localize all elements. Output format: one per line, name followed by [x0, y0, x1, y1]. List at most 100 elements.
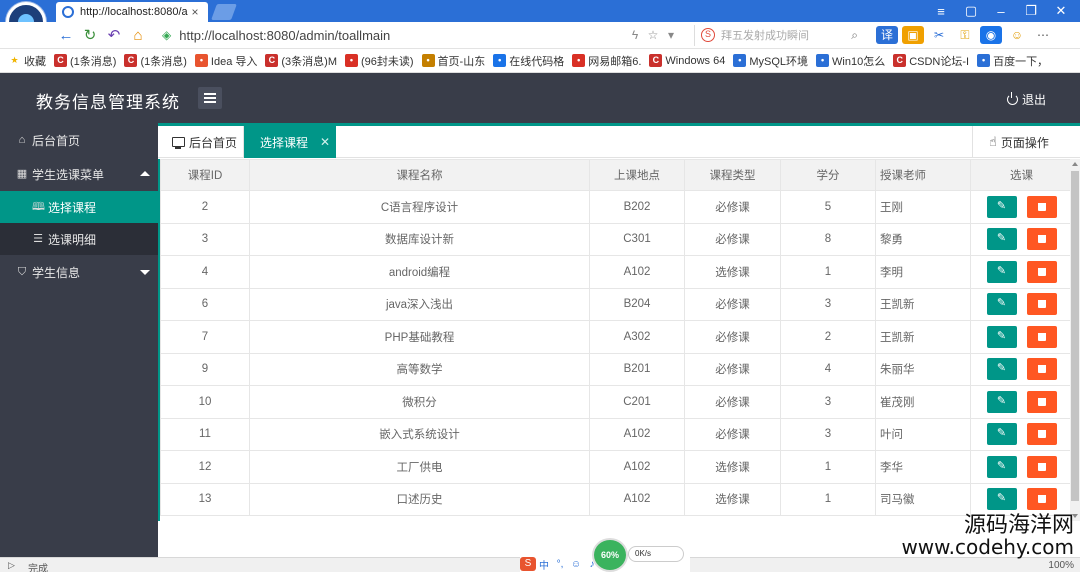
ime-emoji-icon[interactable]: ☺ — [568, 559, 584, 570]
bookmark-tool-icon[interactable]: ▣ — [902, 26, 924, 44]
edit-button[interactable] — [986, 488, 1017, 511]
bookmark-item[interactable]: • MySQL环境 — [733, 53, 808, 69]
table-cell: B202 — [589, 190, 685, 224]
bookmark-item[interactable]: ★ 收藏 — [8, 53, 46, 69]
table-row: 10 微积分 C201 必修课 3 崔茂刚 — [160, 385, 1073, 419]
delete-button[interactable] — [1026, 293, 1057, 316]
edit-button[interactable] — [986, 390, 1017, 413]
search-input[interactable]: 拜五发射成功瞬间 — [721, 27, 851, 43]
delete-button[interactable] — [1026, 358, 1057, 381]
zoom-level[interactable]: 100% — [1048, 560, 1074, 571]
bookmark-item[interactable]: • Win10怎么 — [816, 53, 885, 69]
ime-chinese-icon[interactable]: 中 — [536, 557, 552, 572]
app-icon[interactable]: ◉ — [980, 26, 1002, 44]
tab-select-course[interactable]: 选择课程 ✕ — [244, 126, 336, 158]
emoji-icon[interactable]: ☺ — [1006, 26, 1028, 44]
search-box[interactable]: S 拜五发射成功瞬间 ⌕ — [694, 24, 864, 46]
delete-button[interactable] — [1026, 423, 1057, 446]
bookmark-item[interactable]: • Idea 导入 — [194, 53, 257, 69]
column-header: 选课 — [970, 159, 1073, 191]
edit-button[interactable] — [986, 293, 1017, 316]
sidebar-item-label: 选课明细 — [48, 232, 97, 247]
table-row: 6 java深入浅出 B204 必修课 3 王凯新 — [160, 287, 1073, 321]
logout-label: 退出 — [1021, 93, 1046, 107]
edit-button[interactable] — [986, 423, 1017, 446]
sidebar-item-course-menu[interactable]: ▦ 学生选课菜单 — [0, 157, 158, 191]
delete-button[interactable] — [1026, 325, 1057, 348]
edit-button[interactable] — [986, 260, 1017, 283]
bookmark-item[interactable]: C Windows 64 — [649, 54, 725, 67]
book-icon: 🕮 — [32, 201, 45, 213]
edit-button[interactable] — [986, 358, 1017, 381]
delete-button[interactable] — [1026, 260, 1057, 283]
vertical-scrollbar[interactable] — [1070, 159, 1080, 521]
bookmark-item[interactable]: • 网易邮箱6. — [572, 53, 641, 69]
key-icon[interactable]: ⚿ — [954, 26, 976, 44]
search-icon[interactable]: ⌕ — [851, 28, 858, 43]
table-cell: 3 — [780, 287, 876, 321]
ime-punct-icon[interactable]: °, — [552, 559, 568, 570]
table-cell: 李明 — [875, 255, 971, 289]
scrollbar-thumb[interactable] — [1071, 171, 1079, 501]
column-header: 上课地点 — [589, 159, 685, 191]
lightning-icon[interactable]: ϟ — [626, 28, 644, 42]
restore-button[interactable]: ❐ — [1016, 3, 1046, 19]
delete-button[interactable] — [1026, 228, 1057, 251]
delete-button[interactable] — [1026, 488, 1057, 511]
course-table-container[interactable]: 课程ID 课程名称 上课地点 课程类型 学分 授课老师 选课 2 C语言程序设计 B… — [158, 159, 1080, 521]
sidebar-item-select-course[interactable]: 🕮 选择课程 — [0, 191, 158, 223]
tab-close-icon[interactable]: × — [188, 5, 202, 19]
address-url[interactable]: http://localhost:8080/admin/toallmain — [179, 28, 626, 43]
bookmark-item[interactable]: C CSDN论坛-I — [893, 53, 969, 69]
bookmark-label: (96封未读) — [360, 55, 414, 68]
scroll-up-arrow-icon[interactable] — [1072, 162, 1078, 166]
menu-toggle-button[interactable] — [198, 87, 222, 109]
minimize-button[interactable]: – — [986, 4, 1016, 19]
edit-button[interactable] — [986, 325, 1017, 348]
delete-button[interactable] — [1026, 195, 1057, 218]
table-cell: A302 — [589, 320, 685, 354]
home-button[interactable]: ⌂ — [126, 27, 150, 44]
favorite-star-icon[interactable]: ☆ — [644, 28, 662, 42]
table-cell: 3 — [160, 222, 250, 256]
dropdown-chevron-icon[interactable]: ▾ — [662, 28, 680, 42]
network-percent[interactable]: 60% — [592, 538, 628, 572]
bookmark-item[interactable]: • 百度一下， — [977, 53, 1048, 69]
bookmark-item[interactable]: C (1条消息) — [124, 53, 187, 69]
bookmark-item[interactable]: C (1条消息) — [54, 53, 116, 69]
refresh-button[interactable]: ↻ — [78, 26, 102, 44]
sidebar-item-label: 后台首页 — [32, 133, 81, 148]
sidebar-item-course-detail[interactable]: ☰ 选课明细 — [0, 223, 158, 255]
edit-button[interactable] — [986, 455, 1017, 478]
menu-icon[interactable]: ≡ — [926, 4, 956, 19]
browser-tab[interactable]: http://localhost:8080/a × — [56, 2, 208, 22]
skin-icon[interactable]: ▢ — [956, 3, 986, 19]
more-icon[interactable]: ⋯ — [1032, 26, 1054, 44]
close-icon[interactable]: ✕ — [320, 135, 330, 149]
sogou-input-icon[interactable]: S — [520, 557, 536, 571]
edit-button[interactable] — [986, 195, 1017, 218]
address-bar[interactable]: ◈ http://localhost:8080/admin/toallmain … — [156, 25, 686, 46]
table-actions-cell — [970, 417, 1073, 451]
bookmark-label: 在线代码格 — [509, 55, 565, 68]
sidebar-item-home[interactable]: ⌂ 后台首页 — [0, 123, 158, 157]
delete-button[interactable] — [1026, 455, 1057, 478]
bookmark-item[interactable]: • 在线代码格 — [493, 53, 564, 69]
tab-home[interactable]: 后台首页 — [158, 126, 244, 158]
scissors-icon[interactable]: ✂ — [928, 26, 950, 44]
undo-button[interactable]: ↶ — [102, 26, 126, 44]
bookmark-item[interactable]: • (96封未读) — [344, 53, 414, 69]
new-tab-button[interactable] — [211, 4, 237, 20]
table-cell: 朱丽华 — [875, 352, 971, 386]
edit-button[interactable] — [986, 228, 1017, 251]
close-window-button[interactable]: ✕ — [1046, 3, 1076, 19]
bookmark-item[interactable]: • 首页-山东 — [421, 53, 485, 69]
table-row: 2 C语言程序设计 B202 必修课 5 王刚 — [160, 190, 1073, 224]
delete-button[interactable] — [1026, 390, 1057, 413]
bookmark-item[interactable]: C (3条消息)M — [265, 53, 337, 69]
back-button[interactable]: ← — [54, 27, 78, 44]
translate-icon[interactable]: 译 — [876, 26, 898, 44]
sidebar-item-student-info[interactable]: ⛉ 学生信息 — [0, 255, 158, 289]
logout-button[interactable]: 退出 — [1006, 91, 1046, 108]
page-operations-button[interactable]: ☝ 页面操作 — [972, 126, 1080, 158]
